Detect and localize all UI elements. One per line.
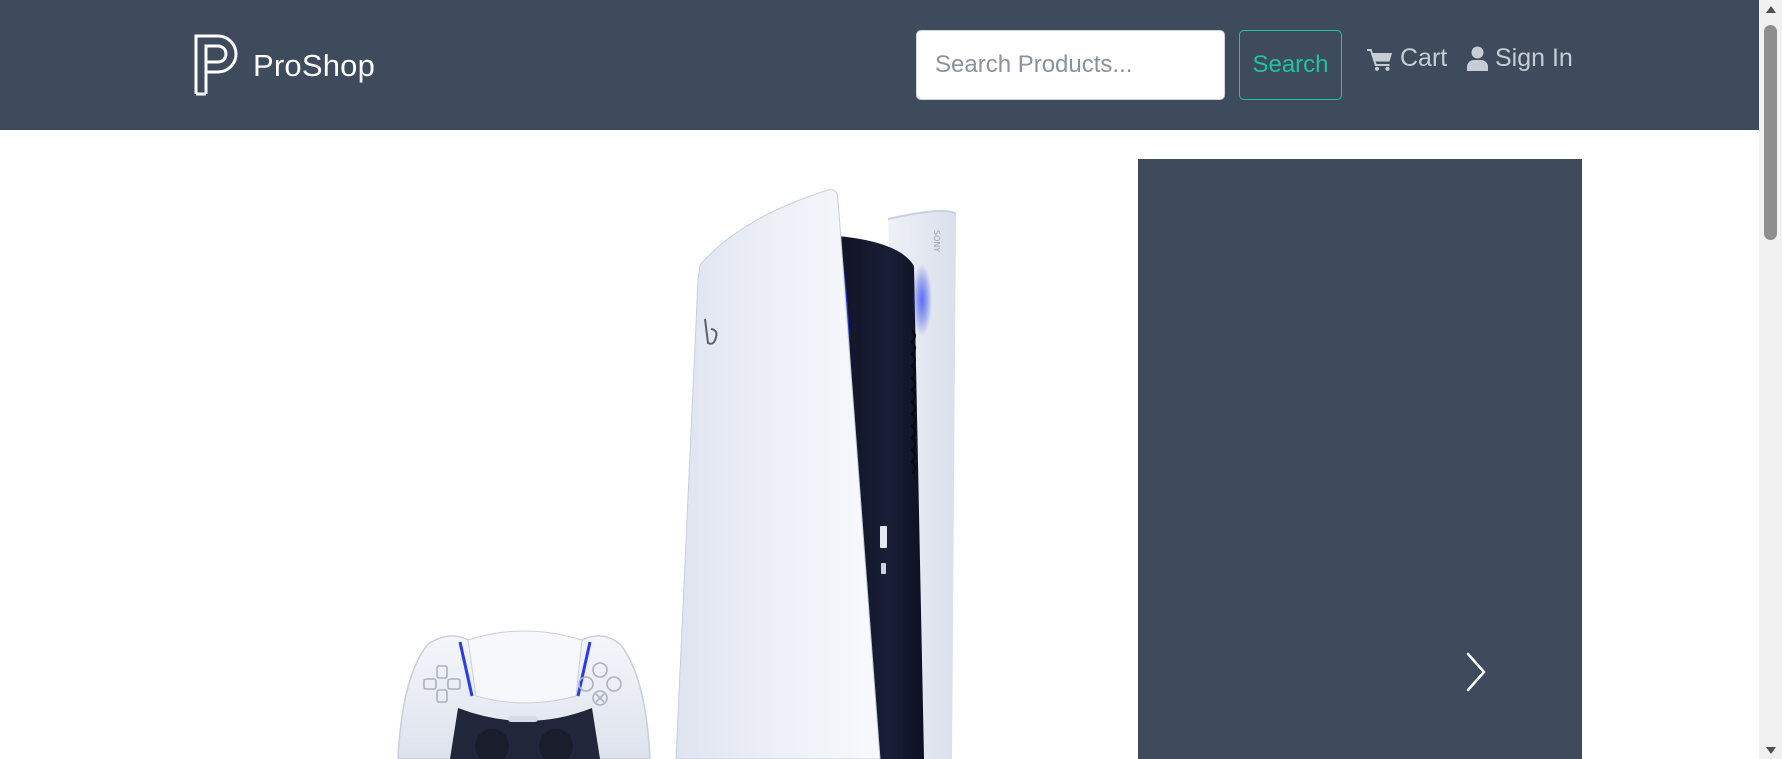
navbar: ProShop Search Cart: [0, 0, 1759, 130]
vertical-scrollbar[interactable]: [1759, 0, 1782, 759]
carousel-next-button[interactable]: [1458, 646, 1494, 698]
cart-icon: [1367, 47, 1393, 71]
product-carousel: SONY: [0, 130, 1759, 759]
proshop-logo-icon: [194, 34, 240, 96]
chevron-right-icon: [1458, 646, 1494, 698]
cart-link[interactable]: Cart: [1367, 46, 1447, 71]
product-image[interactable]: SONY: [300, 130, 1000, 759]
scroll-up-arrow[interactable]: [1759, 0, 1782, 18]
cart-label: Cart: [1400, 44, 1448, 72]
carousel-caption-panel: [1138, 159, 1582, 759]
browser-viewport: ProShop Search Cart: [0, 0, 1782, 759]
user-icon: [1467, 46, 1488, 71]
scroll-thumb[interactable]: [1764, 25, 1777, 240]
svg-text:SONY: SONY: [932, 230, 941, 252]
page: ProShop Search Cart: [0, 0, 1759, 759]
sign-in-label: Sign In: [1495, 44, 1573, 72]
scroll-down-arrow[interactable]: [1759, 741, 1782, 759]
brand-link[interactable]: ProShop: [194, 34, 375, 96]
brand-name: ProShop: [253, 47, 376, 83]
search-input[interactable]: [916, 30, 1225, 100]
triangle-down-icon: [1765, 741, 1776, 759]
search-button[interactable]: Search: [1239, 30, 1342, 100]
sign-in-link[interactable]: Sign In: [1467, 46, 1573, 71]
triangle-up-icon: [1765, 0, 1776, 18]
